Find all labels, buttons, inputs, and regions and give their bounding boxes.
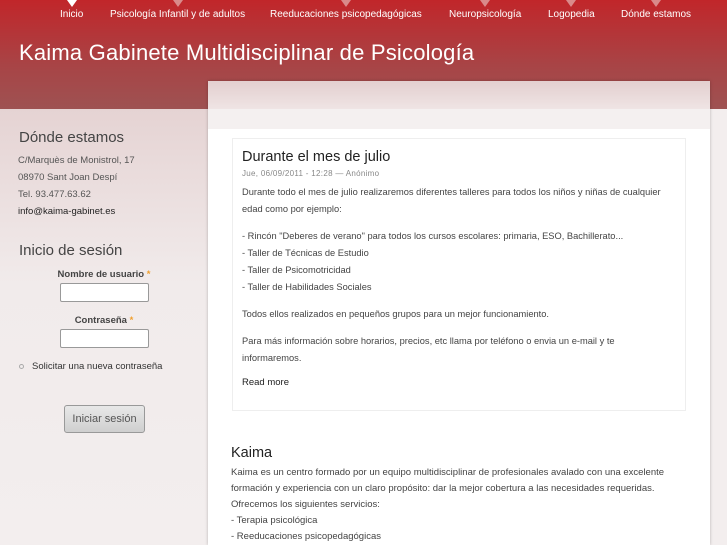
nav-logopedia[interactable]: Logopedia (548, 0, 595, 20)
username-label: Nombre de usuario * (0, 269, 208, 280)
nav-marker-icon (566, 0, 577, 7)
list-item: - Taller de Habilidades Sociales (242, 282, 372, 292)
required-marker: * (146, 269, 151, 280)
paragraph: Kaima es un centro formado por un equipo… (231, 467, 665, 494)
nav-label: Dónde estamos (621, 9, 692, 20)
list-item: - Rincón "Deberes de verano" para todos … (242, 231, 624, 241)
username-input[interactable] (59, 283, 149, 302)
list-item: - Reeducaciones psicopedagógicas (231, 531, 381, 542)
login-button[interactable]: Iniciar sesión (64, 405, 145, 433)
paragraph: Ofrecemos los siguientes servicios: (231, 499, 380, 510)
kaima-title: Kaima (231, 445, 273, 461)
list-item: - Taller de Técnicas de Estudio (242, 248, 369, 258)
nav-neuropsicologia[interactable]: Neuropsicología (449, 0, 522, 20)
article-body: Durante todo el mes de julio realizaremo… (242, 184, 676, 367)
nav-label: Neuropsicología (449, 9, 522, 20)
nav-marker-icon (480, 0, 491, 7)
main-top-band (208, 81, 710, 109)
address-line: C/Marquès de Monistrol, 17 (18, 155, 135, 166)
article-meta: Jue, 06/09/2011 - 12:28 — Anónimo (242, 169, 380, 178)
login-heading: Inicio de sesión (19, 242, 123, 259)
paragraph: Para más información sobre horarios, pre… (242, 336, 615, 363)
nav-psicologia[interactable]: Psicología Infantil y de adultos (110, 0, 246, 20)
nav-marker-icon (651, 0, 662, 7)
list-item: - Taller de Psicomotricidad (242, 265, 351, 275)
nav-marker-icon (66, 0, 77, 7)
nav-label: Psicología Infantil y de adultos (110, 9, 246, 20)
nav-label: Logopedia (548, 9, 595, 20)
bullet-icon (19, 364, 24, 369)
kaima-section: Kaima Kaima es un centro formado por un … (231, 445, 691, 545)
nav-label: Reeducaciones psicopedagógicas (270, 9, 422, 20)
sidebar: Dónde estamos C/Marquès de Monistrol, 17… (0, 109, 208, 545)
new-password-text: Solicitar una nueva contraseña (32, 361, 163, 372)
email-link[interactable]: info@kaima-gabinet.es (18, 203, 208, 220)
read-more-link[interactable]: Read more (242, 377, 676, 388)
nav-marker-icon (340, 0, 351, 7)
nav-reeducaciones[interactable]: Reeducaciones psicopedagógicas (270, 0, 422, 20)
article: Durante el mes de julio Jue, 06/09/2011 … (232, 138, 686, 411)
password-input[interactable] (59, 329, 149, 348)
nav-inicio[interactable]: Inicio (60, 0, 84, 20)
paragraph: Durante todo el mes de julio realizaremo… (242, 187, 661, 214)
main-band (208, 109, 710, 129)
location-heading: Dónde estamos (19, 129, 125, 146)
main-nav: Inicio Psicología Infantil y de adultos … (0, 0, 727, 28)
nav-label: Inicio (60, 9, 84, 20)
kaima-body: Kaima es un centro formado por un equipo… (231, 465, 691, 545)
password-label-text: Contraseña (74, 315, 127, 326)
list: - Rincón "Deberes de verano" para todos … (242, 228, 676, 296)
username-label-text: Nombre de usuario (57, 269, 145, 280)
list-item: - Terapia psicológica (231, 515, 318, 526)
nav-marker-icon (172, 0, 183, 7)
paragraph: Todos ellos realizados en pequeños grupo… (242, 309, 549, 319)
address-line: 08970 Sant Joan Despí (18, 172, 118, 183)
nav-donde-estamos[interactable]: Dónde estamos (621, 0, 692, 20)
required-marker: * (129, 315, 134, 326)
phone: Tel. 93.477.63.62 (18, 189, 91, 200)
article-title[interactable]: Durante el mes de julio (242, 149, 676, 165)
password-label: Contraseña * (0, 315, 208, 326)
new-password-link[interactable]: Solicitar una nueva contraseña (19, 361, 208, 372)
site-title[interactable]: Kaima Gabinete Multidisciplinar de Psico… (19, 40, 474, 66)
main-content: Durante el mes de julio Jue, 06/09/2011 … (208, 81, 710, 545)
